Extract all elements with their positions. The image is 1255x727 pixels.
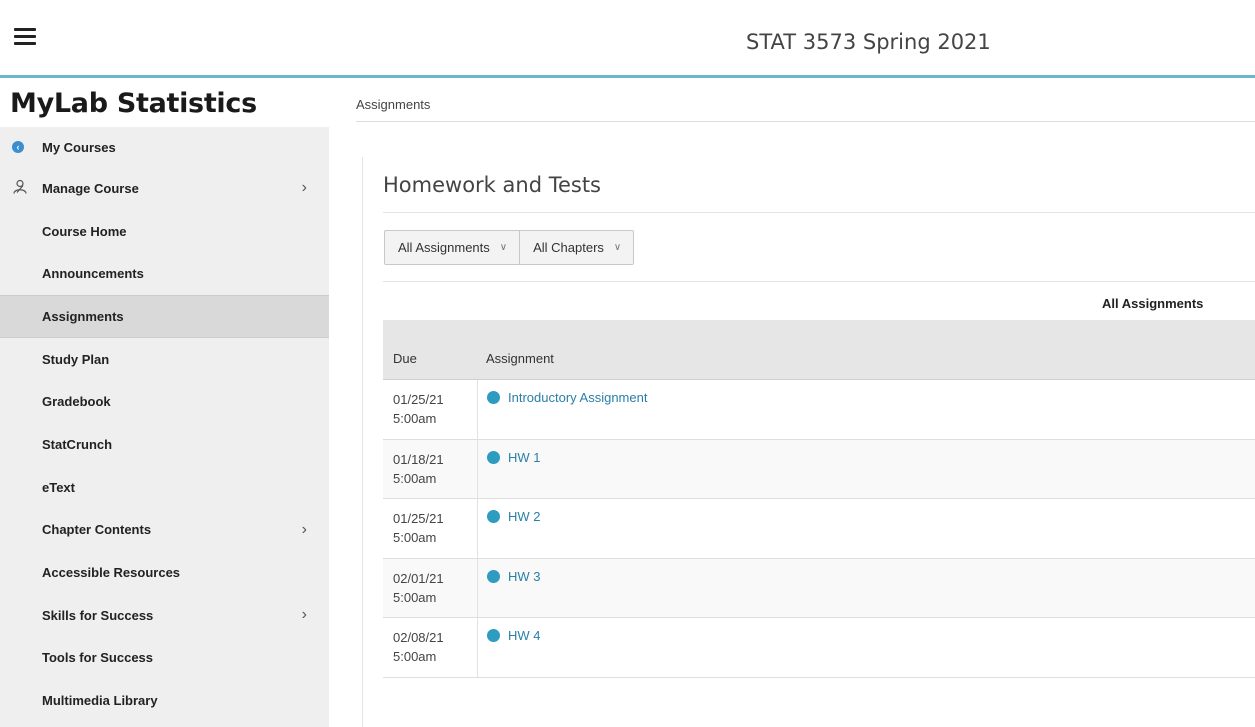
sidebar-item-label: Accessible Resources (42, 565, 181, 581)
hamburger-menu-icon[interactable] (14, 28, 36, 46)
sidebar-item-label: Announcements (42, 266, 144, 282)
page-title: Homework and Tests (383, 173, 601, 197)
sidebar-item-label: My Courses (42, 139, 116, 155)
course-title: STAT 3573 Spring 2021 (746, 30, 991, 54)
sidebar-item-gradebook[interactable]: Gradebook (0, 380, 329, 423)
sidebar-item-skills-for-success[interactable]: Skills for Success › (0, 594, 329, 637)
sidebar-item-label: Chapter Contents (42, 522, 152, 538)
assignment-link[interactable]: HW 2 (487, 509, 541, 524)
table-row: 01/25/21 5:00am Introductory Assignment (383, 380, 1255, 440)
manage-user-icon (12, 179, 28, 198)
chevron-right-icon: › (301, 520, 307, 538)
breadcrumb-bar: Assignments (356, 81, 1255, 122)
assignment-link[interactable]: HW 4 (487, 628, 541, 643)
due-date-cell: 02/08/21 5:00am (393, 628, 444, 666)
assignment-name: HW 2 (508, 509, 541, 525)
due-date: 01/18/21 (393, 451, 444, 467)
chevron-right-icon: › (301, 606, 307, 624)
status-dot-icon (487, 450, 500, 464)
sidebar-item-my-courses[interactable]: ‹ My Courses (0, 127, 329, 167)
status-dot-icon (487, 569, 500, 583)
sidebar-item-assignments[interactable]: Assignments (0, 295, 329, 338)
breadcrumb: Assignments (356, 97, 431, 112)
assignment-type-dropdown[interactable]: All Assignments ∨ (385, 231, 519, 264)
table-row: 02/08/21 5:00am HW 4 (383, 618, 1255, 678)
content-divider (362, 157, 363, 727)
sidebar-item-multimedia-library[interactable]: Multimedia Library (0, 679, 329, 722)
sidebar-item-label: Skills for Success (42, 607, 154, 623)
status-dot-icon (487, 391, 500, 404)
top-bar: STAT 3573 Spring 2021 (0, 0, 1255, 78)
chevron-right-icon: › (301, 179, 307, 197)
table-row: 01/25/21 5:00am HW 2 (383, 499, 1255, 559)
due-time: 5:00am (393, 589, 437, 605)
due-time: 5:00am (393, 411, 437, 426)
sidebar-item-accessible-resources[interactable]: Accessible Resources (0, 551, 329, 594)
due-date-cell: 02/01/21 5:00am (393, 569, 444, 607)
column-header-due: Due (393, 351, 417, 366)
due-date: 01/25/21 (393, 392, 444, 407)
sidebar-item-announcements[interactable]: Announcements (0, 252, 329, 295)
sidebar-item-label: Multimedia Library (42, 693, 158, 709)
dropdown-label: All Assignments (398, 240, 490, 255)
assignment-name: HW 3 (508, 568, 541, 584)
dropdown-label: All Chapters (533, 240, 604, 255)
sidebar-item-label: StatCrunch (42, 436, 113, 452)
sidebar-item-label: Study Plan (42, 351, 110, 367)
sidebar-item-tools-for-success[interactable]: Tools for Success (0, 637, 329, 680)
status-dot-icon (487, 510, 500, 524)
assignments-table: Due Assignment 01/25/21 5:00am Introduct… (383, 320, 1255, 678)
sidebar-item-chapter-contents[interactable]: Chapter Contents › (0, 509, 329, 552)
due-time: 5:00am (393, 470, 437, 486)
back-circle-icon: ‹ (12, 141, 24, 153)
chevron-down-icon: ∨ (499, 242, 508, 253)
sidebar-item-course-home[interactable]: Course Home (0, 210, 329, 253)
sidebar-item-label: Tools for Success (42, 650, 154, 666)
sidebar-item-label: Course Home (42, 223, 127, 239)
due-date-cell: 01/25/21 5:00am (393, 390, 444, 428)
assignment-name: HW 1 (508, 449, 541, 465)
due-date: 02/08/21 (393, 630, 444, 646)
assignment-link[interactable]: HW 1 (487, 450, 541, 465)
chevron-down-icon: ∨ (613, 242, 622, 253)
table-row: 02/01/21 5:00am HW 3 (383, 558, 1255, 619)
due-time: 5:00am (393, 649, 437, 665)
table-body: 01/25/21 5:00am Introductory Assignment … (383, 380, 1255, 678)
sidebar-item-label: Assignments (42, 308, 124, 324)
sidebar: MyLab Statistics ‹ My Courses Manage Cou… (0, 81, 329, 727)
main-content: Assignments Homework and Tests All Assig… (329, 81, 1255, 727)
filter-bar: All Assignments ∨ All Chapters ∨ (384, 230, 635, 265)
brand-title: MyLab Statistics (0, 81, 329, 127)
assignment-name: HW 4 (508, 628, 541, 644)
assignment-link[interactable]: HW 3 (487, 569, 541, 584)
sidebar-nav: ‹ My Courses Manage Course › Course Home… (0, 127, 329, 722)
due-date-cell: 01/25/21 5:00am (393, 509, 444, 547)
due-date: 02/01/21 (393, 570, 444, 586)
table-header: Due Assignment (383, 320, 1255, 380)
sidebar-item-study-plan[interactable]: Study Plan (0, 338, 329, 381)
sidebar-item-statcrunch[interactable]: StatCrunch (0, 423, 329, 466)
sidebar-item-label: Manage Course (42, 180, 139, 196)
sidebar-item-label: eText (42, 479, 75, 495)
title-divider (383, 212, 1255, 213)
sidebar-item-etext[interactable]: eText (0, 466, 329, 509)
sidebar-item-manage-course[interactable]: Manage Course › (0, 167, 329, 210)
filters-divider (383, 281, 1255, 282)
status-dot-icon (487, 629, 500, 643)
chapter-dropdown[interactable]: All Chapters ∨ (519, 231, 633, 264)
due-date: 01/25/21 (393, 511, 444, 527)
column-header-assignment: Assignment (486, 351, 554, 366)
assignment-name: Introductory Assignment (508, 390, 648, 405)
sidebar-item-label: Gradebook (42, 394, 111, 410)
filter-summary-label: All Assignments (1102, 296, 1204, 311)
table-row: 01/18/21 5:00am HW 1 (383, 439, 1255, 500)
due-date-cell: 01/18/21 5:00am (393, 450, 444, 488)
assignment-link[interactable]: Introductory Assignment (487, 390, 647, 405)
due-time: 5:00am (393, 530, 437, 546)
